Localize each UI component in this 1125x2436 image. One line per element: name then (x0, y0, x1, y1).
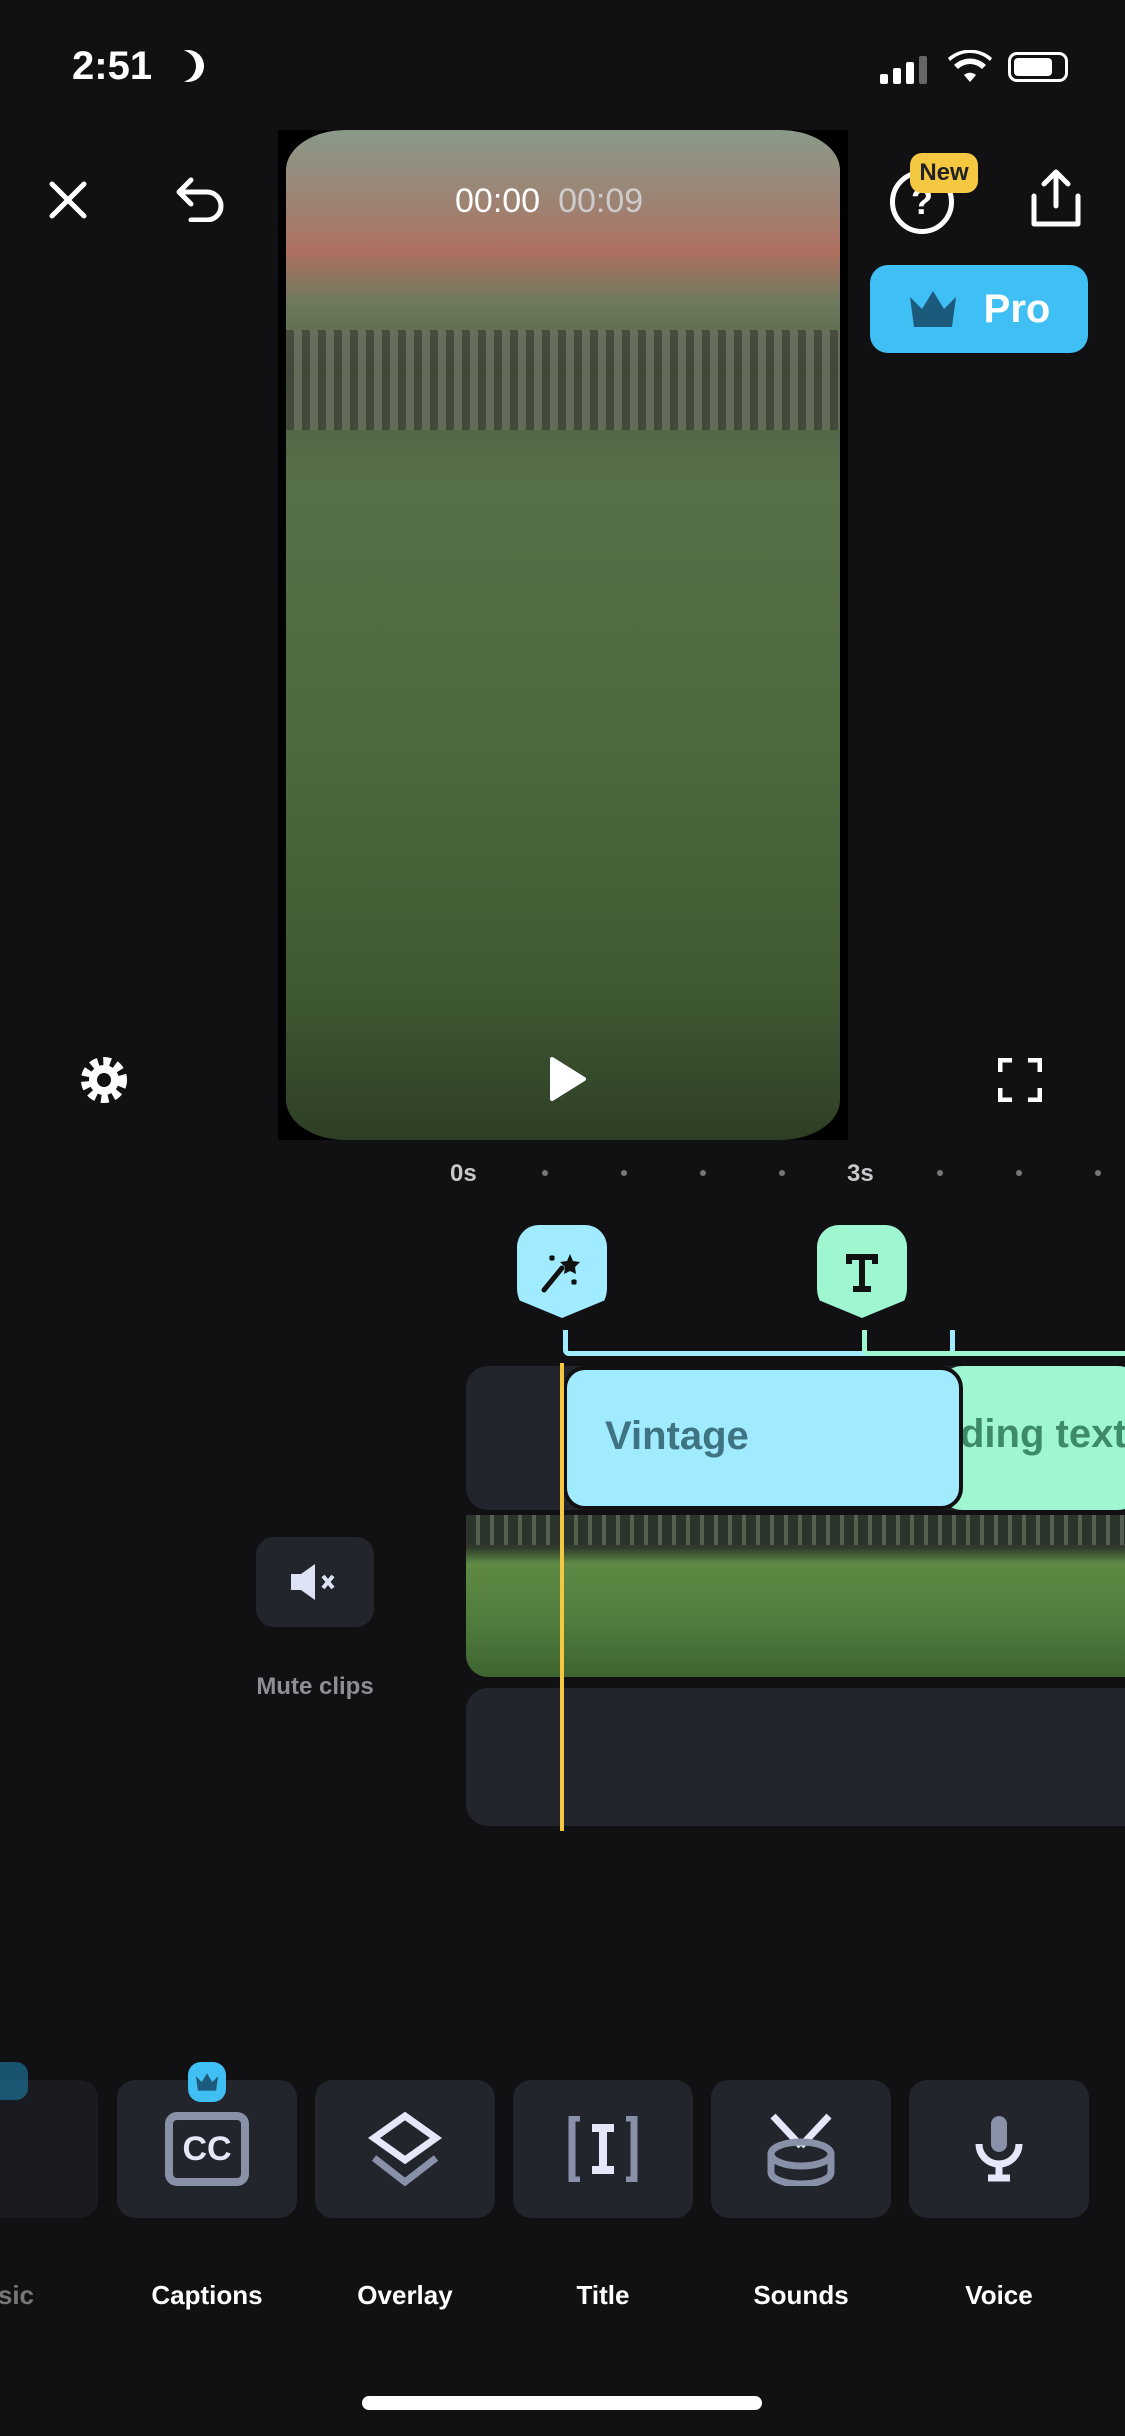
drum-icon (767, 2113, 835, 2186)
effect-marker[interactable] (517, 1225, 607, 1318)
time-display: 00:00 00:09 (455, 182, 643, 221)
play-icon[interactable] (548, 1055, 588, 1103)
share-icon[interactable] (1028, 166, 1084, 230)
signal-icon (880, 56, 927, 84)
playhead[interactable] (560, 1363, 564, 1831)
music-pro-badge (0, 2062, 28, 2100)
tool-title-label: Title (576, 2280, 630, 2310)
fullscreen-icon[interactable] (998, 1058, 1042, 1102)
crown-icon (909, 291, 956, 327)
battery-icon (1008, 52, 1068, 82)
tool-music-label: usic (0, 2280, 35, 2310)
duration: 00:09 (558, 182, 644, 220)
tool-music[interactable] (0, 2080, 98, 2218)
home-indicator[interactable] (362, 2396, 762, 2410)
video-clip-track[interactable] (466, 1515, 1125, 1677)
settings-icon[interactable] (76, 1052, 132, 1108)
ruler-label-0s: 0s (450, 1160, 477, 1187)
mute-clips-button[interactable] (256, 1537, 374, 1627)
mute-clips-label: Mute clips (256, 1673, 374, 1700)
text-clip-label: ding text (960, 1412, 1125, 1456)
speaker-mute-icon (291, 1564, 335, 1600)
microphone-icon (975, 2116, 1023, 2182)
ruler-tick (542, 1170, 548, 1176)
text-icon (846, 1253, 878, 1292)
ruler-label-3s: 3s (847, 1160, 874, 1187)
moon-icon (172, 50, 204, 82)
ruler-tick (621, 1170, 627, 1176)
title-icon (568, 2116, 638, 2182)
text-range-bracket (862, 1330, 1125, 1356)
tool-title[interactable] (513, 2080, 693, 2218)
ruler-tick (937, 1170, 943, 1176)
pro-button[interactable]: Pro (870, 265, 1088, 353)
wifi-icon (948, 50, 992, 82)
magic-wand-icon (541, 1253, 580, 1292)
captions-pro-badge (188, 2062, 226, 2102)
tool-sounds-label: Sounds (753, 2280, 849, 2310)
tool-voice[interactable] (909, 2080, 1089, 2218)
undo-icon[interactable] (175, 176, 227, 222)
text-clip[interactable]: ding text (940, 1366, 1125, 1510)
current-time: 00:00 (455, 182, 541, 220)
video-preview[interactable] (278, 130, 848, 1140)
new-badge: New (910, 153, 978, 193)
close-icon[interactable] (48, 180, 88, 220)
ruler-tick (700, 1170, 706, 1176)
audio-track[interactable] (466, 1688, 1125, 1826)
status-time: 2:51 (72, 44, 153, 88)
ruler-tick (1095, 1170, 1101, 1176)
layers-icon (368, 2112, 442, 2186)
tool-voice-label: Voice (965, 2280, 1033, 2310)
ruler-tick (1016, 1170, 1022, 1176)
tool-sounds[interactable] (711, 2080, 891, 2218)
effect-clip-label: Vintage (605, 1414, 749, 1458)
ruler-tick (779, 1170, 785, 1176)
text-marker[interactable] (817, 1225, 907, 1318)
tool-overlay-label: Overlay (357, 2280, 453, 2310)
tool-captions-label: Captions (151, 2280, 263, 2310)
tool-overlay[interactable] (315, 2080, 495, 2218)
pro-label: Pro (983, 286, 1051, 331)
crown-icon (195, 2073, 219, 2091)
effect-clip-vintage[interactable]: Vintage (563, 1366, 963, 1510)
captions-icon: CC (165, 2112, 249, 2186)
